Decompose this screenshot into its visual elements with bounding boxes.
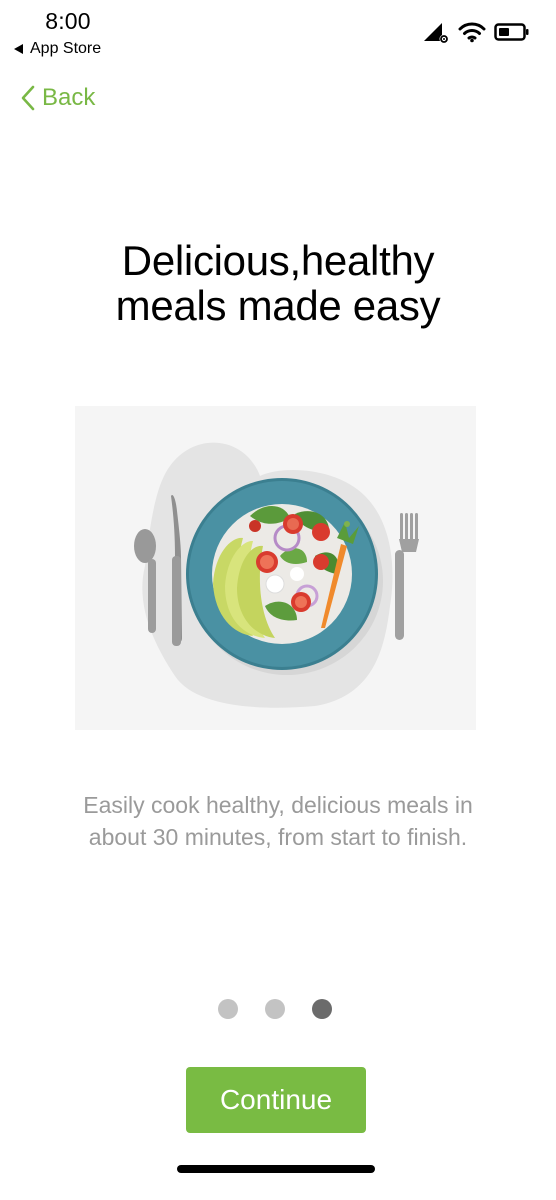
signal-icon <box>424 23 449 44</box>
page-dot-2[interactable] <box>265 999 285 1019</box>
back-triangle-icon <box>14 44 23 54</box>
description-line-1: Easily cook healthy, delicious meals in <box>83 792 473 818</box>
title-line-2: meals made easy <box>115 282 441 329</box>
title-line-1: Delicious,healthy <box>121 237 435 284</box>
status-icons <box>422 20 530 44</box>
battery-icon <box>494 23 529 41</box>
status-bar: 8:00 App Store <box>0 0 556 66</box>
back-label: Back <box>42 84 96 111</box>
page-title: Delicious,healthy meals made easy <box>40 238 516 328</box>
return-app-label: App Store <box>30 40 102 57</box>
return-to-app-store[interactable]: App Store <box>14 40 101 58</box>
page-dot-1[interactable] <box>218 999 238 1019</box>
description-text: Easily cook healthy, delicious meals in … <box>30 789 526 853</box>
chevron-left-icon <box>21 85 35 111</box>
back-button[interactable]: Back <box>20 80 95 116</box>
salad-plate-illustration <box>75 406 476 730</box>
continue-label: Continue <box>219 1084 333 1115</box>
page-indicator <box>0 999 556 1019</box>
status-time: 8:00 <box>45 8 91 34</box>
continue-button[interactable]: Continue <box>186 1067 366 1133</box>
wifi-icon <box>458 22 486 43</box>
page-dot-3-active[interactable] <box>312 999 332 1019</box>
description-line-2: about 30 minutes, from start to finish. <box>88 824 468 850</box>
home-indicator[interactable] <box>177 1165 375 1173</box>
